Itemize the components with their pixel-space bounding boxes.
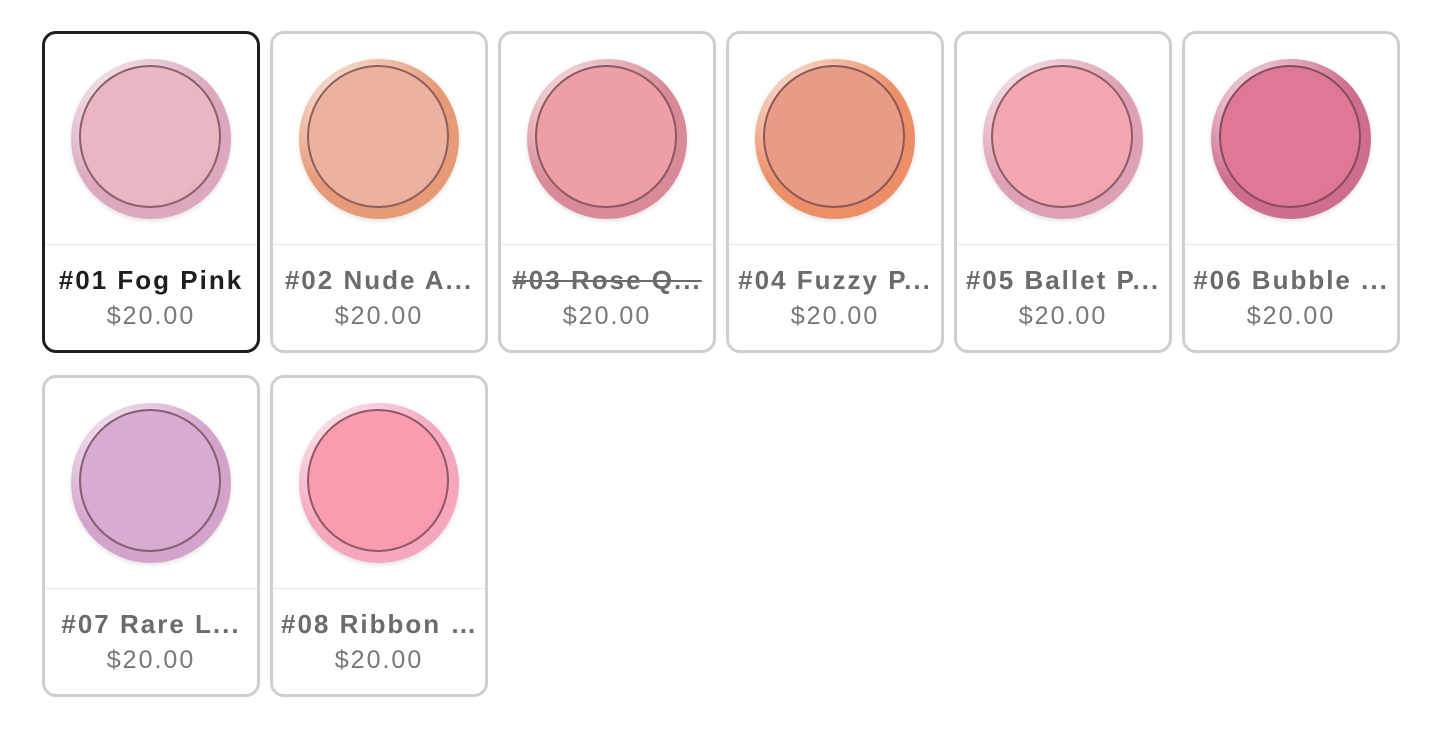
- swatch-image-area: [1185, 34, 1397, 245]
- blush-pan-icon: [1211, 59, 1371, 219]
- swatch-name: #05 Ballet P...: [965, 265, 1161, 295]
- swatch-price: $20.00: [1246, 302, 1336, 330]
- swatch-price: $20.00: [334, 646, 424, 674]
- swatch-card-03[interactable]: #03 Rose Q... $20.00: [498, 31, 716, 353]
- swatch-name: #02 Nude A...: [284, 265, 474, 295]
- blush-pan-icon: [71, 403, 231, 563]
- swatch-price: $20.00: [790, 302, 880, 330]
- swatch-name: #08 Ribbon ...: [281, 609, 479, 639]
- blush-pan-icon: [71, 59, 231, 219]
- blush-pan-icon: [755, 59, 915, 219]
- swatch-price: $20.00: [1018, 302, 1108, 330]
- swatch-card-06[interactable]: #06 Bubble ... $20.00: [1182, 31, 1400, 353]
- swatch-price: $20.00: [562, 302, 652, 330]
- swatch-image-area: [501, 34, 713, 245]
- swatch-card-02[interactable]: #02 Nude A... $20.00: [270, 31, 488, 353]
- blush-pan-icon: [983, 59, 1143, 219]
- swatch-card-05[interactable]: #05 Ballet P... $20.00: [954, 31, 1172, 353]
- swatch-card-07[interactable]: #07 Rare L... $20.00: [42, 375, 260, 697]
- swatch-image-area: [957, 34, 1169, 245]
- swatch-image-area: [45, 378, 257, 589]
- swatch-image-area: [729, 34, 941, 245]
- swatch-price: $20.00: [106, 302, 196, 330]
- swatch-price: $20.00: [334, 302, 424, 330]
- swatch-name: #06 Bubble ...: [1193, 265, 1389, 295]
- swatch-name: #01 Fog Pink: [58, 265, 244, 295]
- swatch-card-04[interactable]: #04 Fuzzy P... $20.00: [726, 31, 944, 353]
- swatch-name: #04 Fuzzy P...: [738, 265, 932, 295]
- swatch-price: $20.00: [106, 646, 196, 674]
- swatch-card-08[interactable]: #08 Ribbon ... $20.00: [270, 375, 488, 697]
- swatch-card-01[interactable]: #01 Fog Pink $20.00: [42, 31, 260, 353]
- shade-swatch-grid: #01 Fog Pink $20.00 #02 Nude A... $20.00…: [42, 31, 1404, 697]
- blush-pan-icon: [527, 59, 687, 219]
- swatch-image-area: [45, 34, 257, 245]
- swatch-image-area: [273, 378, 485, 589]
- blush-pan-icon: [299, 59, 459, 219]
- swatch-image-area: [273, 34, 485, 245]
- swatch-name: #07 Rare L...: [61, 609, 241, 639]
- section-heading-cut: [0, 0, 1445, 6]
- swatch-name: #03 Rose Q...: [512, 265, 702, 295]
- blush-pan-icon: [299, 403, 459, 563]
